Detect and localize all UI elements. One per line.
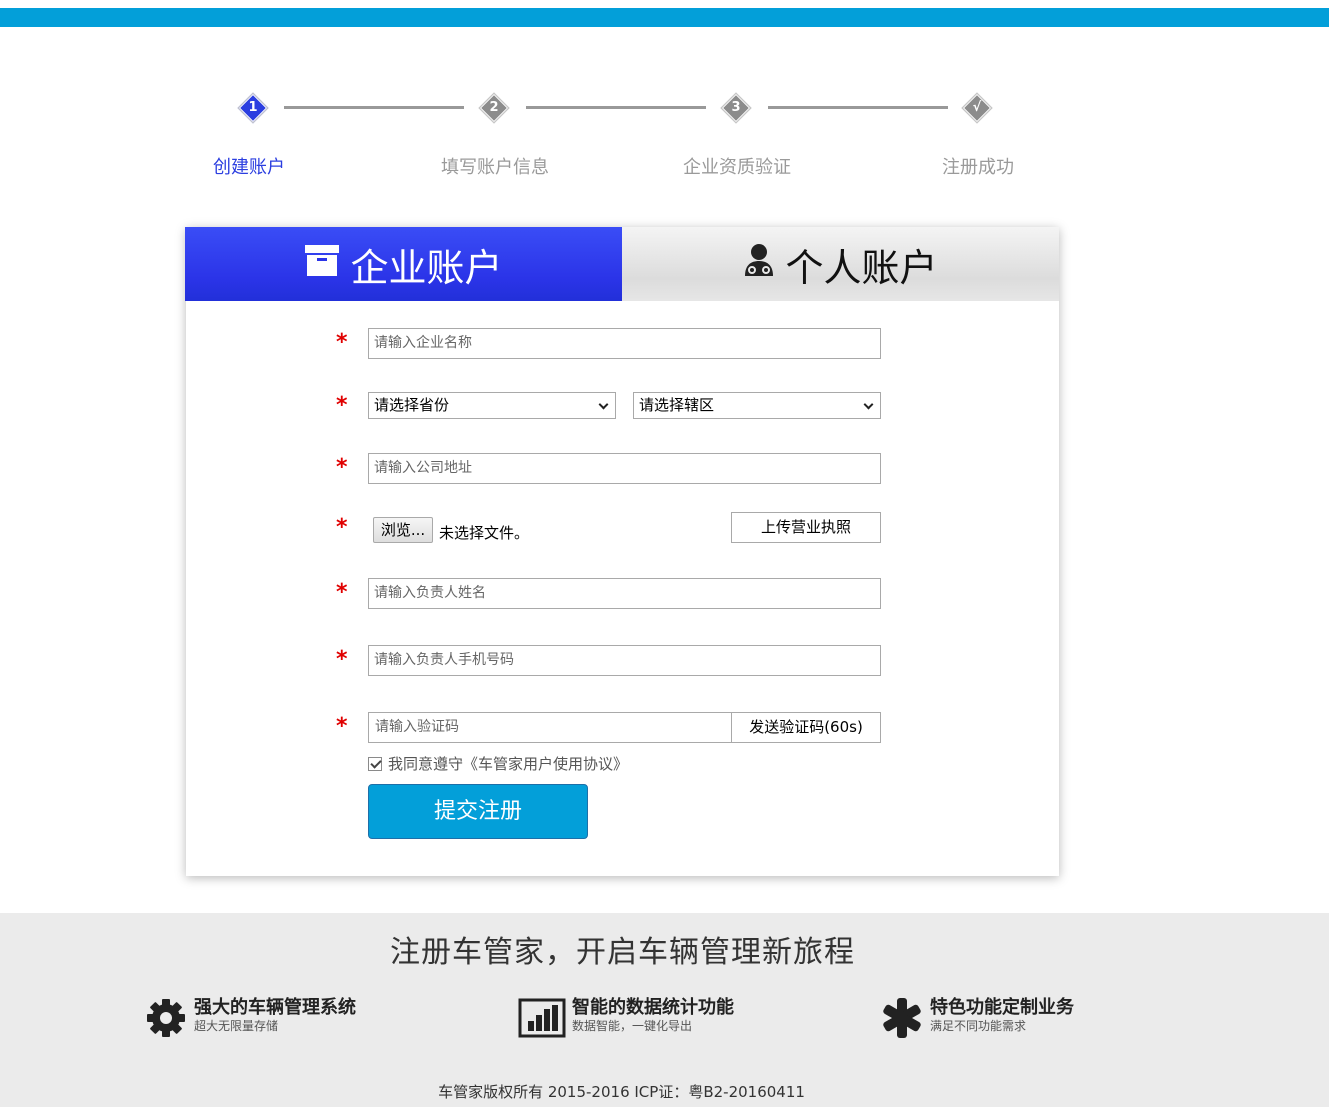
province-select-value: 请选择省份 (374, 396, 450, 414)
manager-phone-input[interactable]: 请输入负责人手机号码 (368, 645, 881, 676)
chevron-down-icon (863, 399, 874, 410)
required-mark: * (336, 330, 348, 355)
step-number: 2 (489, 100, 499, 115)
required-mark: * (336, 515, 348, 540)
feature-subtitle: 数据智能，一键化导出 (572, 1019, 693, 1033)
agreement-row: 我同意遵守《车管家用户使用协议》 (368, 753, 628, 774)
user-doctor-icon (743, 242, 775, 286)
tab-personal-label: 个人账户 (785, 245, 938, 290)
asterisk-icon (882, 997, 924, 1039)
step-2-marker: 2 (478, 92, 510, 124)
manager-name-input[interactable]: 请输入负责人姓名 (368, 578, 881, 609)
step-label-fill-info: 填写账户信息 (441, 157, 549, 178)
step-number: 1 (248, 100, 258, 115)
feature-customization: 特色功能定制业务 满足不同功能需求 (882, 997, 1074, 1039)
step-4-marker: √ (961, 92, 993, 124)
file-status-text: 未选择文件。 (439, 524, 530, 542)
feature-title: 特色功能定制业务 (930, 997, 1074, 1018)
check-mark-icon: √ (972, 100, 982, 115)
district-select[interactable]: 请选择辖区 (633, 392, 881, 419)
district-select-value: 请选择辖区 (639, 396, 715, 414)
registration-steps: 1 2 3 √ 创建账户 填写账户信息 企业资质验证 注册成功 (0, 0, 1329, 200)
tab-enterprise-account[interactable]: 企业账户 (185, 227, 622, 301)
tab-personal-account[interactable]: 个人账户 (622, 227, 1059, 301)
feature-title: 强大的车辆管理系统 (194, 997, 356, 1018)
step-label-verify: 企业资质验证 (683, 157, 791, 178)
step-1-marker: 1 (237, 92, 269, 124)
step-connector (284, 106, 464, 109)
required-mark: * (336, 455, 348, 480)
required-mark: * (336, 580, 348, 605)
send-code-button[interactable]: 发送验证码(60s) (731, 712, 881, 743)
step-connector (768, 106, 948, 109)
gear-icon (146, 997, 188, 1039)
verification-code-input[interactable]: 请输入验证码 (368, 712, 732, 743)
step-connector (526, 106, 706, 109)
required-mark: * (336, 393, 348, 418)
agreement-checkbox[interactable] (368, 756, 382, 771)
feature-vehicle-management: 强大的车辆管理系统 超大无限量存储 (146, 997, 356, 1039)
submit-registration-button[interactable]: 提交注册 (368, 784, 588, 839)
footer-slogan: 注册车管家，开启车辆管理新旅程 (390, 935, 855, 970)
company-name-input[interactable]: 请输入企业名称 (368, 328, 881, 359)
registration-card: 企业账户 个人账户 * 请输入企业名称 * 请选择省份 请选择辖区 * 请输入公… (185, 227, 1059, 876)
feature-text: 强大的车辆管理系统 超大无限量存储 (194, 997, 356, 1033)
tab-enterprise-label: 企业账户 (350, 245, 503, 290)
step-number: 3 (731, 100, 741, 115)
company-address-input[interactable]: 请输入公司地址 (368, 453, 881, 484)
bar-chart-icon (518, 997, 566, 1039)
feature-text: 特色功能定制业务 满足不同功能需求 (930, 997, 1074, 1033)
province-select[interactable]: 请选择省份 (368, 392, 616, 419)
step-label-success: 注册成功 (942, 157, 1014, 178)
agreement-text[interactable]: 我同意遵守《车管家用户使用协议》 (388, 753, 628, 774)
archive-box-icon (304, 242, 340, 287)
feature-title: 智能的数据统计功能 (572, 997, 734, 1018)
required-mark: * (336, 714, 348, 739)
feature-data-statistics: 智能的数据统计功能 数据智能，一键化导出 (518, 997, 734, 1039)
step-label-create-account: 创建账户 (213, 157, 285, 178)
browse-file-button[interactable]: 浏览... (373, 517, 433, 543)
footer: 注册车管家，开启车辆管理新旅程 强大的车辆管理系统 超大无限量存储 智能的数据统… (0, 913, 1329, 1107)
step-3-marker: 3 (720, 92, 752, 124)
feature-subtitle: 满足不同功能需求 (930, 1019, 1027, 1033)
chevron-down-icon (598, 399, 609, 410)
required-mark: * (336, 647, 348, 672)
feature-text: 智能的数据统计功能 数据智能，一键化导出 (572, 997, 734, 1033)
copyright-text: 车管家版权所有 2015-2016 ICP证：粤B2-20160411 (438, 1083, 805, 1101)
feature-subtitle: 超大无限量存储 (194, 1019, 279, 1033)
upload-license-button[interactable]: 上传营业执照 (731, 512, 881, 543)
account-type-tabs: 企业账户 个人账户 (185, 227, 1059, 301)
